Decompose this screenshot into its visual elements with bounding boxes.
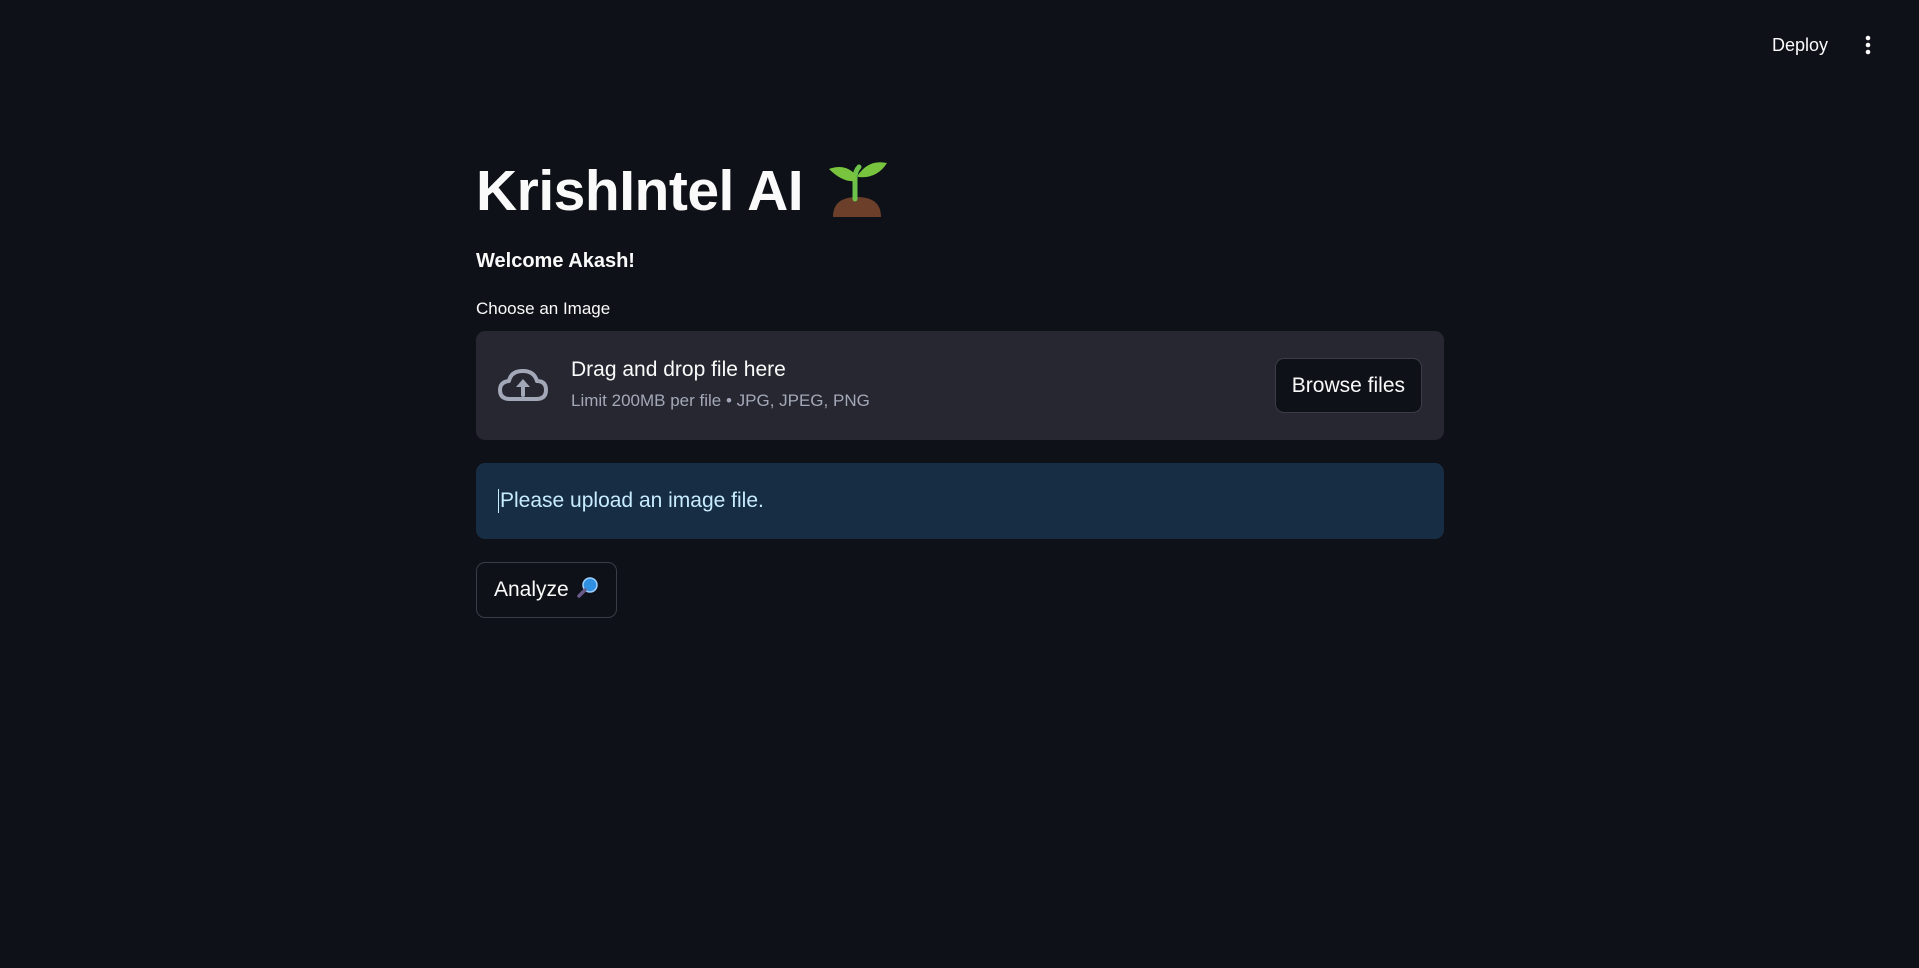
welcome-text: Welcome Akash! <box>476 250 635 272</box>
app: Deploy KrishIntel AI Welcome Akash! Choo… <box>0 0 1919 968</box>
main-menu-button[interactable] <box>1853 30 1883 60</box>
main-content: KrishIntel AI Welcome Akash! Choose an I… <box>476 150 1444 618</box>
uploader-label: Choose an Image <box>476 299 611 318</box>
cloud-upload-icon <box>497 365 549 410</box>
vertical-ellipsis-icon <box>1865 35 1871 55</box>
deploy-button[interactable]: Deploy <box>1760 30 1840 60</box>
browse-files-button[interactable]: Browse files <box>1274 358 1422 413</box>
info-alert-text: Please upload an image file. <box>498 489 764 513</box>
dropzone-title: Drag and drop file here <box>571 358 786 381</box>
analyze-button[interactable]: Analyze <box>476 562 617 618</box>
top-header: Deploy <box>0 0 1919 90</box>
dropzone-text: Drag and drop file here Limit 200MB per … <box>571 357 870 411</box>
info-alert: Please upload an image file. <box>476 463 1444 539</box>
analyze-label: Analyze <box>494 578 569 601</box>
title-row: KrishIntel AI <box>476 150 1444 232</box>
page-title: KrishIntel AI <box>476 159 804 223</box>
dropzone-subtitle: Limit 200MB per file • JPG, JPEG, PNG <box>571 391 870 410</box>
file-dropzone[interactable]: Drag and drop file here Limit 200MB per … <box>476 331 1444 440</box>
seedling-icon <box>825 157 889 226</box>
magnifier-icon <box>576 576 599 604</box>
